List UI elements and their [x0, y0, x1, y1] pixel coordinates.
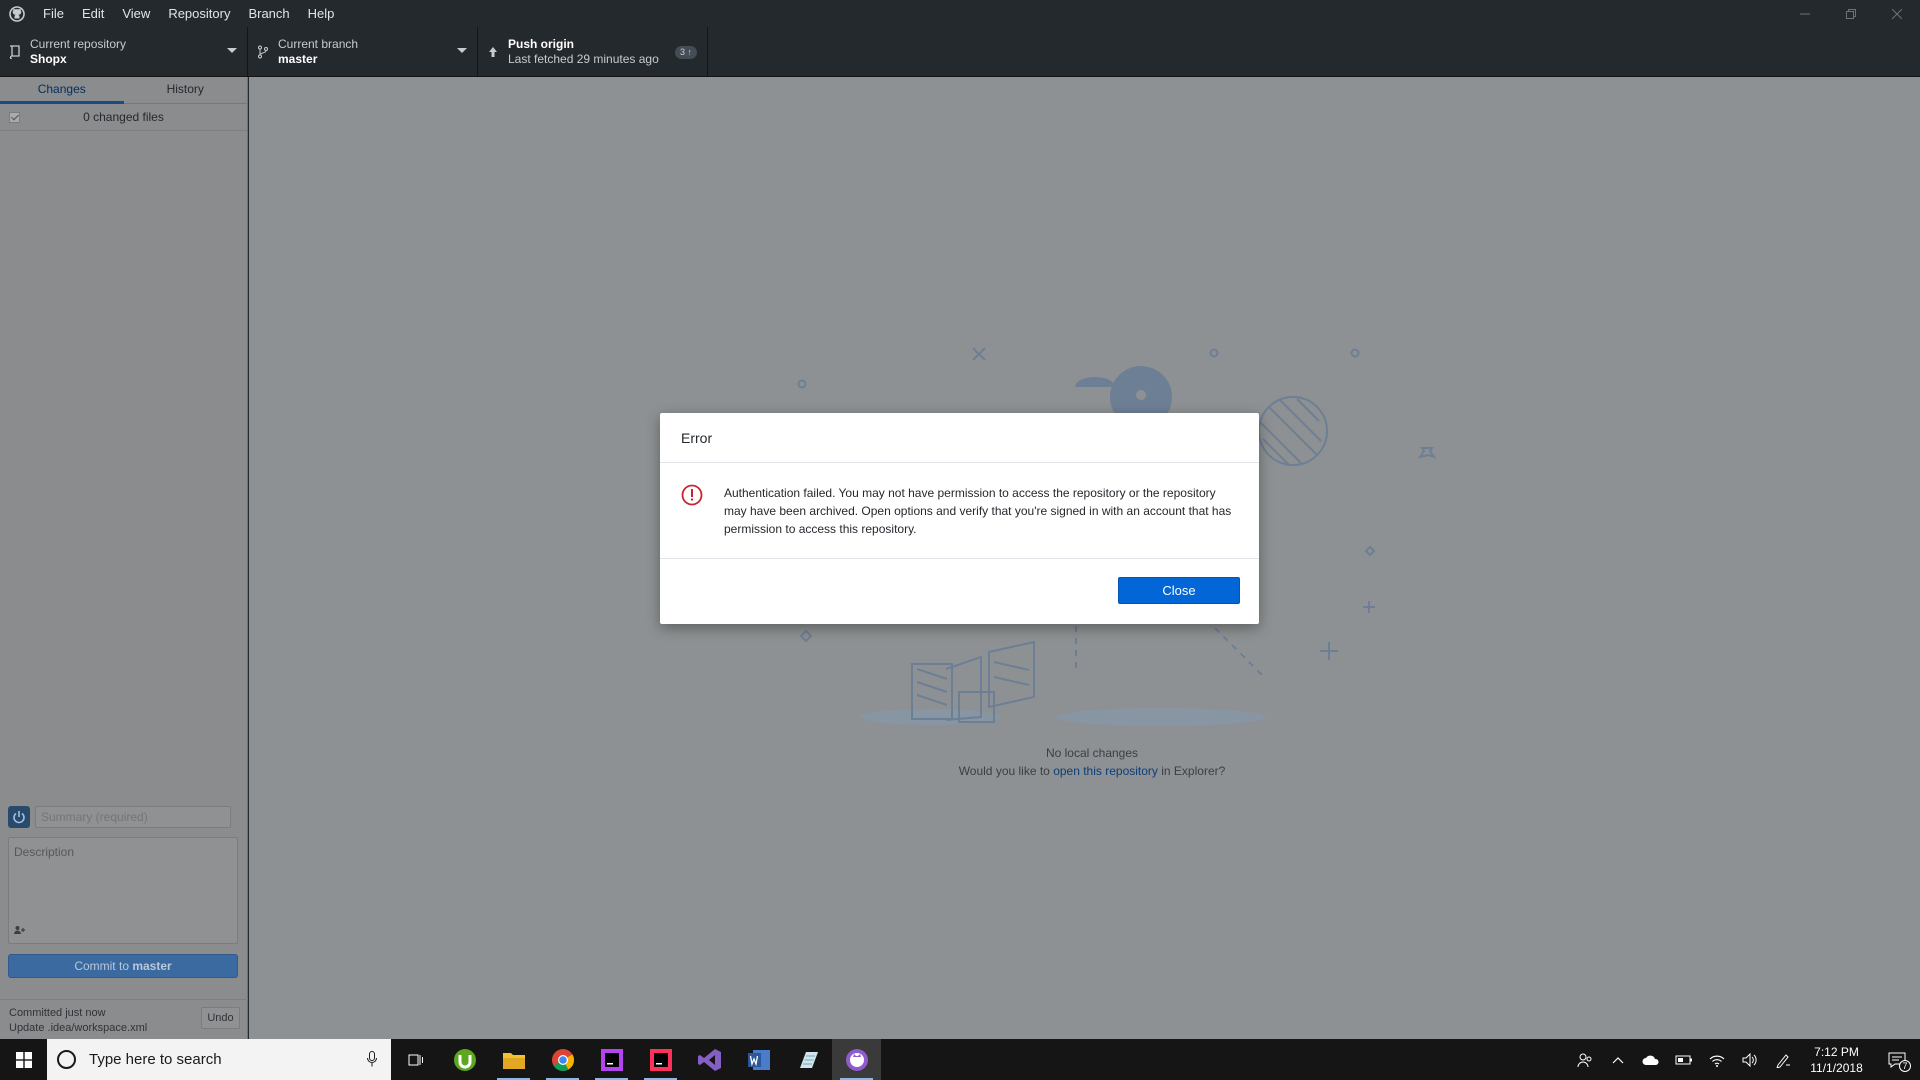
tab-history[interactable]: History — [124, 77, 248, 103]
no-local-changes-text: No local changes — [1045, 746, 1139, 760]
commit-form: Description Commit to master — [0, 804, 248, 978]
arrow-up-icon — [478, 46, 508, 58]
restore-icon[interactable] — [1828, 0, 1874, 27]
taskbar-clock[interactable]: 7:12 PM 11/1/2018 — [1799, 1044, 1874, 1076]
chrome-icon[interactable] — [538, 1039, 587, 1080]
window-controls — [1782, 0, 1920, 27]
close-window-icon[interactable] — [1874, 0, 1920, 27]
pen-icon[interactable] — [1766, 1039, 1799, 1080]
current-branch-label: Current branch — [278, 37, 359, 51]
microphone-icon[interactable] — [367, 1051, 377, 1070]
task-view-icon[interactable] — [391, 1039, 440, 1080]
visual-studio-icon[interactable] — [685, 1039, 734, 1080]
push-origin-label: Push origin — [508, 37, 574, 51]
intellij-icon[interactable] — [636, 1039, 685, 1080]
menu-help[interactable]: Help — [299, 0, 344, 27]
chevron-up-icon[interactable] — [1601, 1039, 1634, 1080]
windows-start-icon[interactable] — [0, 1039, 47, 1080]
changed-files-count: 0 changed files — [83, 110, 164, 124]
dialog-title: Error — [660, 413, 1259, 463]
menu-branch[interactable]: Branch — [239, 0, 298, 27]
empty-state-message: No local changes Would you like to open … — [849, 744, 1335, 780]
menu-repository[interactable]: Repository — [159, 0, 239, 27]
ahead-count-badge: 3 ↑ — [674, 46, 697, 59]
changed-files-header: 0 changed files — [0, 104, 247, 131]
taskbar-apps — [391, 1039, 881, 1080]
description-placeholder: Description — [14, 845, 75, 859]
last-fetched-text: Last fetched 29 minutes ago — [508, 52, 659, 66]
action-center-icon[interactable]: 7 — [1874, 1039, 1920, 1080]
last-commit-panel: Committed just now Update .idea/workspac… — [0, 999, 248, 1039]
github-desktop-icon[interactable] — [832, 1039, 881, 1080]
title-bar: File Edit View Repository Branch Help — [0, 0, 1920, 27]
sidebar: Changes History 0 changed files Descript… — [0, 77, 248, 1039]
cortana-icon — [57, 1050, 76, 1069]
current-repository-label: Current repository — [30, 37, 127, 51]
last-commit-time: Committed just now — [9, 1007, 106, 1019]
push-origin-button[interactable]: Push origin Last fetched 29 minutes ago … — [478, 27, 708, 77]
clock-time: 7:12 PM — [1814, 1044, 1859, 1059]
minimize-icon[interactable] — [1782, 0, 1828, 27]
commit-button[interactable]: Commit to master — [8, 954, 238, 978]
open-repository-suffix: in Explorer? — [1157, 764, 1226, 778]
current-repository-button[interactable]: Current repository Shopx — [0, 27, 248, 77]
dialog-body: Authentication failed. You may not have … — [660, 463, 1259, 559]
description-field[interactable]: Description — [8, 837, 238, 944]
sidebar-tabs: Changes History — [0, 77, 247, 104]
current-repository-name: Shopx — [30, 52, 67, 66]
commit-button-label: Commit to — [74, 959, 133, 973]
alert-icon — [681, 484, 703, 509]
system-tray: 7:12 PM 11/1/2018 7 — [1568, 1039, 1920, 1080]
volume-icon[interactable] — [1733, 1039, 1766, 1080]
utorrent-icon[interactable] — [440, 1039, 489, 1080]
windows-taskbar: Type here to search 7:12 PM 11/1/2018 7 — [0, 1039, 1920, 1080]
tab-changes[interactable]: Changes — [0, 77, 124, 104]
file-explorer-icon[interactable] — [489, 1039, 538, 1080]
open-repository-prefix: Would you like to — [958, 764, 1054, 778]
summary-input[interactable] — [35, 806, 231, 828]
open-repository-link[interactable]: open this repository — [1053, 764, 1158, 778]
commit-button-branch: master — [132, 959, 172, 973]
branch-icon — [248, 45, 278, 59]
chevron-down-icon — [457, 48, 467, 53]
toolbar: Current repository Shopx Current branch … — [0, 27, 1920, 77]
dialog-message: Authentication failed. You may not have … — [724, 486, 1232, 536]
wifi-icon[interactable] — [1700, 1039, 1733, 1080]
menu-file[interactable]: File — [34, 0, 73, 27]
menu-view[interactable]: View — [113, 0, 159, 27]
notification-count-badge: 7 — [1899, 1060, 1911, 1072]
clock-date: 11/1/2018 — [1810, 1060, 1863, 1075]
battery-icon[interactable] — [1667, 1039, 1700, 1080]
current-branch-button[interactable]: Current branch master — [248, 27, 478, 77]
open-repository-prompt: Would you like to open this repository i… — [849, 762, 1335, 780]
taskbar-search-box[interactable]: Type here to search — [47, 1039, 391, 1080]
current-branch-name: master — [278, 52, 318, 66]
onedrive-icon[interactable] — [1634, 1039, 1667, 1080]
word-icon[interactable] — [734, 1039, 783, 1080]
phpstorm-icon[interactable] — [587, 1039, 636, 1080]
menu-edit[interactable]: Edit — [73, 0, 113, 27]
close-button[interactable]: Close — [1118, 577, 1240, 604]
menu-bar: File Edit View Repository Branch Help — [34, 0, 343, 27]
avatar — [8, 806, 30, 828]
github-logo-icon — [0, 0, 34, 27]
repo-icon — [0, 45, 30, 59]
people-icon[interactable] — [1568, 1039, 1601, 1080]
last-commit-message: Update .idea/workspace.xml — [9, 1022, 148, 1034]
chevron-down-icon — [227, 48, 237, 53]
taskbar-search-placeholder: Type here to search — [89, 1051, 222, 1068]
add-coauthor-icon[interactable] — [14, 925, 26, 938]
notes-app-icon[interactable] — [783, 1039, 832, 1080]
error-dialog: Error Authentication failed. You may not… — [660, 413, 1259, 624]
undo-button[interactable]: Undo — [201, 1007, 240, 1029]
